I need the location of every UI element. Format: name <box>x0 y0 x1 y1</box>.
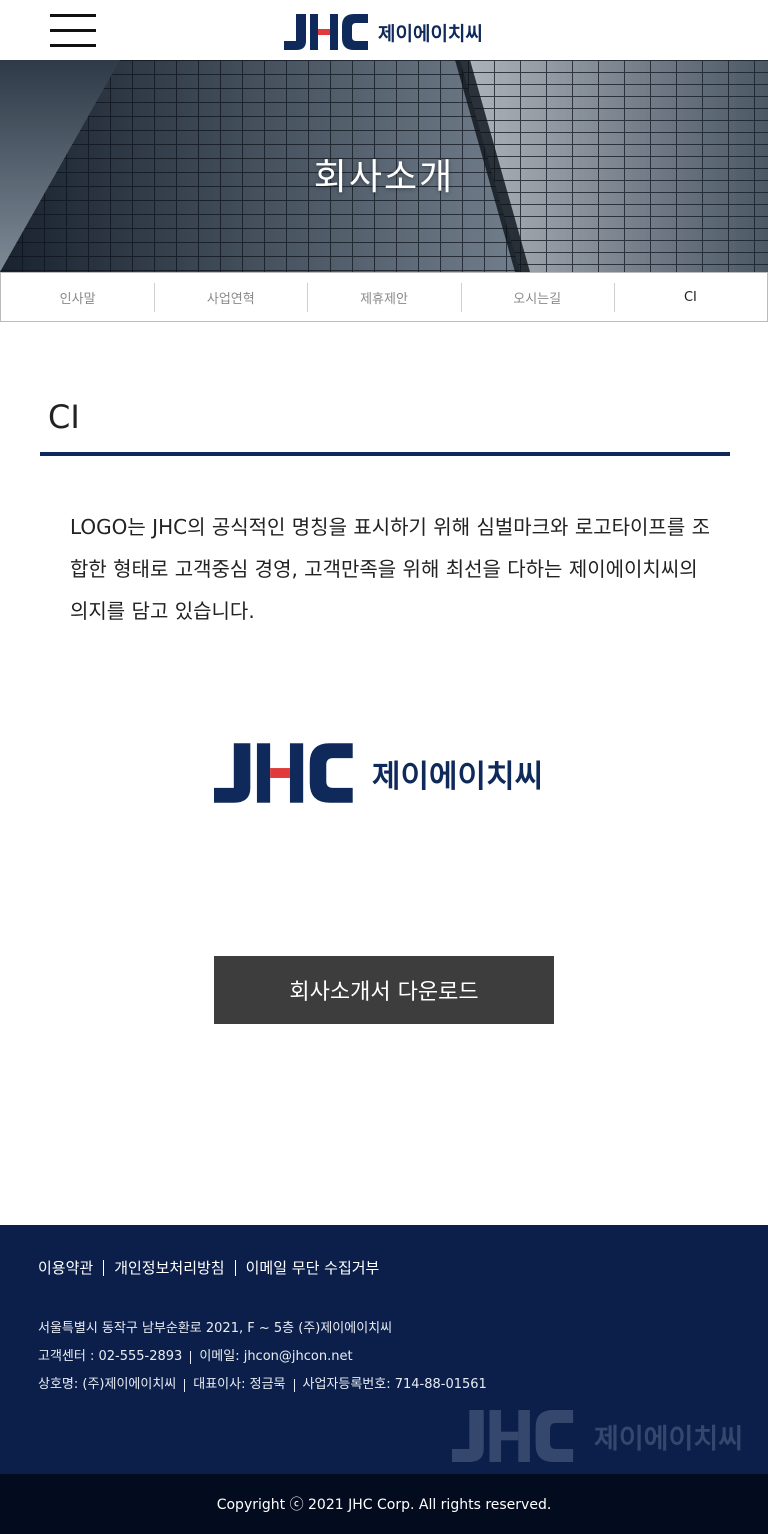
privacy-policy-link[interactable]: 개인정보처리방침 <box>114 1257 224 1278</box>
email-refusal-link[interactable]: 이메일 무단 수집거부 <box>246 1257 380 1278</box>
divider <box>234 1259 236 1276</box>
header-logo[interactable]: 제이에이치씨 <box>284 14 483 50</box>
section-divider <box>40 452 730 456</box>
section-title: CI <box>48 398 80 436</box>
ci-logo: 제이에이치씨 <box>214 742 543 804</box>
site-header: 제이에이치씨 <box>0 0 768 60</box>
ceo-text: 대표이사: 정금묵 <box>193 1377 286 1392</box>
tab-history[interactable]: 사업연혁 <box>154 273 307 321</box>
tab-partnership[interactable]: 제휴제안 <box>307 273 460 321</box>
divider <box>190 1350 192 1364</box>
footer-brand-name: 제이에이치씨 <box>594 1423 744 1455</box>
hero-banner: 회사소개 <box>0 60 768 272</box>
address-text: 서울특별시 동작구 남부순환로 2021, F ~ 5층 (주)제이에이치씨 <box>38 1321 393 1336</box>
customer-center-text: 고객센터 : 02-555-2893 <box>38 1349 183 1364</box>
ci-brand-name: 제이에이치씨 <box>372 758 544 795</box>
footer-logo-watermark: 제이에이치씨 <box>452 1409 743 1463</box>
footer-links: 이용약관 개인정보처리방침 이메일 무단 수집거부 <box>38 1257 379 1278</box>
tab-greeting[interactable]: 인사말 <box>1 273 154 321</box>
divider <box>184 1378 186 1392</box>
page-title: 회사소개 <box>313 157 455 198</box>
divider <box>103 1259 105 1276</box>
jhc-symbol-icon <box>214 743 353 803</box>
business-number-text: 사업자등록번호: 714-88-01561 <box>302 1377 487 1392</box>
brand-name-text: 제이에이치씨 <box>378 22 483 45</box>
divider <box>293 1378 295 1392</box>
company-name-text: 상호명: (주)제이에이치씨 <box>38 1377 177 1392</box>
tab-directions[interactable]: 오시는길 <box>460 273 614 321</box>
site-footer: 이용약관 개인정보처리방침 이메일 무단 수집거부 서울특별시 동작구 남부순환… <box>0 1225 768 1474</box>
terms-link[interactable]: 이용약관 <box>38 1257 93 1278</box>
sub-navigation: 인사말 사업연혁 제휴제안 오시는길 CI <box>0 272 768 322</box>
company-info: 서울특별시 동작구 남부순환로 2021, F ~ 5층 (주)제이에이치씨 고… <box>38 1315 487 1399</box>
ci-description: LOGO는 JHC의 공식적인 명칭을 표시하기 위해 심벌마크와 로고타이프를… <box>70 515 710 623</box>
jhc-symbol-icon <box>284 14 368 50</box>
jhc-symbol-icon <box>452 1410 574 1462</box>
copyright-text: Copyright ⓒ 2021 JHC Corp. All rights re… <box>216 1497 552 1513</box>
tab-ci[interactable]: CI <box>613 273 767 321</box>
download-brochure-button[interactable]: 회사소개서 다운로드 <box>214 956 554 1024</box>
menu-icon[interactable] <box>50 14 96 48</box>
email-text: 이메일: jhcon@jhcon.net <box>199 1349 353 1364</box>
copyright-bar: Copyright ⓒ 2021 JHC Corp. All rights re… <box>0 1474 768 1534</box>
